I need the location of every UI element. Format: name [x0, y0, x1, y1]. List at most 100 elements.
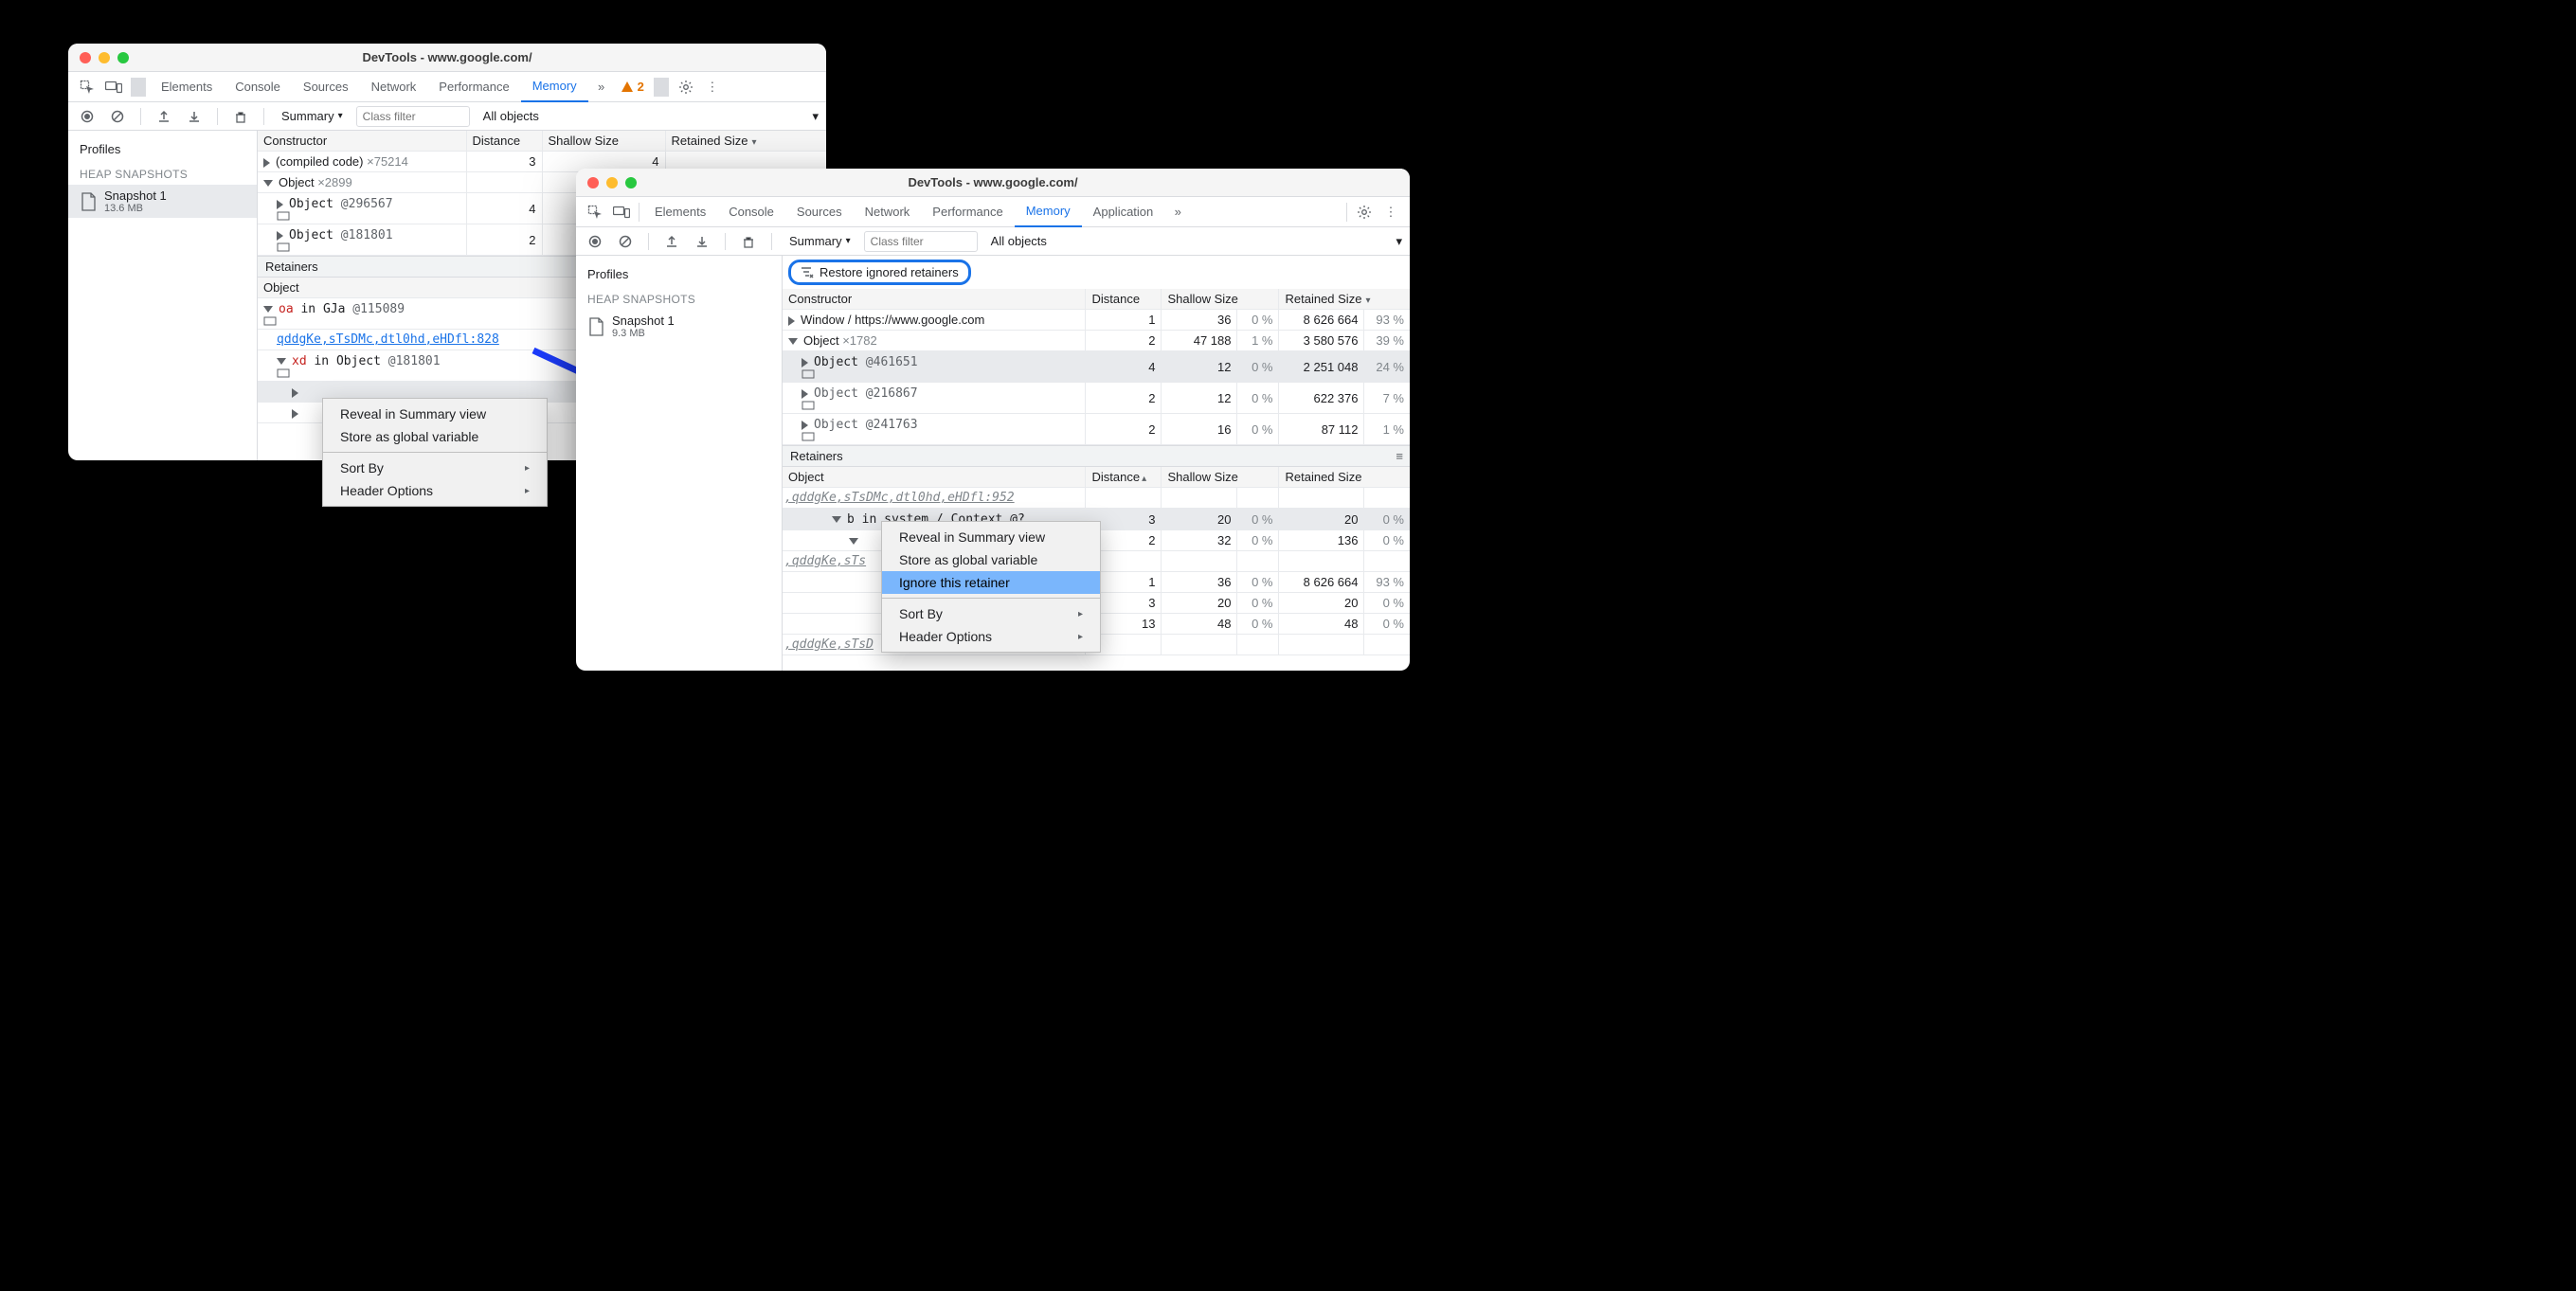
menu-header-options[interactable]: Header Options▸ — [323, 479, 547, 502]
col-retained[interactable]: Retained Size — [1279, 289, 1410, 310]
table-row[interactable]: Window / https://www.google.com1360 %8 6… — [783, 310, 1410, 331]
import-icon[interactable] — [183, 105, 206, 128]
device-icon[interactable] — [608, 199, 635, 225]
menu-header-options[interactable]: Header Options▸ — [882, 625, 1100, 648]
constructors-grid: Constructor Distance Shallow Size Retain… — [783, 289, 1410, 445]
snapshot-item[interactable]: Snapshot 1 9.3 MB — [576, 310, 782, 343]
tab-performance[interactable]: Performance — [427, 72, 520, 101]
table-row[interactable]: ,qddgKe,sTsDMc,dtl0hd,eHDfl:952 — [783, 488, 1410, 509]
menu-store-global[interactable]: Store as global variable — [882, 548, 1100, 571]
chevron-down-icon[interactable]: ▾ — [812, 109, 819, 124]
table-row[interactable]: Object @461651 4120 %2 251 04824 % — [783, 351, 1410, 383]
view-select[interactable]: Summary▾ — [276, 109, 349, 123]
tab-network[interactable]: Network — [360, 72, 428, 101]
filter-clear-icon — [801, 267, 814, 278]
class-filter-input[interactable] — [356, 106, 470, 127]
menu-sort-by[interactable]: Sort By▸ — [323, 457, 547, 479]
separator — [654, 78, 669, 97]
snapshot-name: Snapshot 1 — [612, 314, 675, 328]
element-icon — [802, 369, 815, 379]
snapshot-icon — [80, 192, 97, 211]
kebab-icon[interactable]: ⋮ — [699, 74, 726, 100]
export-icon[interactable] — [660, 230, 683, 253]
record-icon[interactable] — [76, 105, 99, 128]
col-distance[interactable]: Distance — [1086, 467, 1162, 488]
separator — [217, 108, 218, 125]
hamburger-icon[interactable]: ≡ — [1396, 449, 1402, 463]
separator — [263, 108, 264, 125]
tab-console[interactable]: Console — [224, 72, 292, 101]
tab-network[interactable]: Network — [854, 197, 922, 226]
memory-toolbar: Summary▾ All objects ▾ — [68, 102, 826, 131]
inspect-icon[interactable] — [74, 74, 100, 100]
tab-elements[interactable]: Elements — [150, 72, 224, 101]
warning-icon — [621, 81, 634, 94]
import-icon[interactable] — [691, 230, 713, 253]
tab-sources[interactable]: Sources — [292, 72, 360, 101]
profiles-sidebar: Profiles HEAP SNAPSHOTS Snapshot 1 13.6 … — [68, 131, 258, 460]
restore-ignored-retainers-button[interactable]: Restore ignored retainers — [788, 260, 971, 285]
gear-icon[interactable] — [673, 74, 699, 100]
col-constructor[interactable]: Constructor — [783, 289, 1086, 310]
tab-performance[interactable]: Performance — [921, 197, 1014, 226]
chevron-down-icon[interactable]: ▾ — [1396, 234, 1402, 249]
gc-icon[interactable] — [737, 230, 760, 253]
class-filter-input[interactable] — [864, 231, 978, 252]
export-icon[interactable] — [153, 105, 175, 128]
gear-icon[interactable] — [1351, 199, 1378, 225]
kebab-icon[interactable]: ⋮ — [1378, 199, 1404, 225]
device-icon[interactable] — [100, 74, 127, 100]
grid-header-row: Object Distance Shallow Size Retained Si… — [783, 467, 1410, 488]
restore-bar: Restore ignored retainers — [783, 256, 1410, 289]
table-row[interactable]: Object @216867 2120 %622 3767 % — [783, 383, 1410, 414]
table-row[interactable]: Object ×1782247 1881 %3 580 57639 % — [783, 331, 1410, 351]
titlebar: DevTools - www.google.com/ — [576, 169, 1410, 197]
profiles-sidebar: Profiles HEAP SNAPSHOTS Snapshot 1 9.3 M… — [576, 256, 783, 671]
tab-application[interactable]: Application — [1082, 197, 1165, 226]
menu-sort-by[interactable]: Sort By▸ — [882, 602, 1100, 625]
col-shallow[interactable]: Shallow Size — [1162, 467, 1279, 488]
grid-header-row: Constructor Distance Shallow Size Retain… — [258, 131, 826, 152]
element-icon — [802, 432, 815, 441]
context-menu: Reveal in Summary view Store as global v… — [881, 521, 1101, 653]
more-tabs-icon[interactable]: » — [588, 74, 615, 100]
objects-select[interactable]: All objects — [985, 234, 1053, 248]
menu-ignore-retainer[interactable]: Ignore this retainer — [882, 571, 1100, 594]
col-shallow[interactable]: Shallow Size — [542, 131, 665, 152]
snapshot-name: Snapshot 1 — [104, 188, 167, 203]
table-row[interactable]: Object @241763 2160 %87 1121 % — [783, 414, 1410, 445]
tab-console[interactable]: Console — [717, 197, 785, 226]
menu-reveal-summary[interactable]: Reveal in Summary view — [882, 526, 1100, 548]
context-menu: Reveal in Summary view Store as global v… — [322, 398, 548, 507]
inspect-icon[interactable] — [582, 199, 608, 225]
menu-store-global[interactable]: Store as global variable — [323, 425, 547, 448]
snapshot-item[interactable]: Snapshot 1 13.6 MB — [68, 185, 257, 218]
tab-elements[interactable]: Elements — [643, 197, 717, 226]
separator — [648, 233, 649, 250]
col-constructor[interactable]: Constructor — [258, 131, 466, 152]
objects-select[interactable]: All objects — [477, 109, 545, 123]
clear-icon[interactable] — [106, 105, 129, 128]
warnings-badge[interactable]: 2 — [615, 80, 650, 94]
col-distance[interactable]: Distance — [1086, 289, 1162, 310]
menu-reveal-summary[interactable]: Reveal in Summary view — [323, 403, 547, 425]
col-object[interactable]: Object — [783, 467, 1086, 488]
col-shallow[interactable]: Shallow Size — [1162, 289, 1279, 310]
tab-sources[interactable]: Sources — [785, 197, 854, 226]
col-distance[interactable]: Distance — [466, 131, 542, 152]
col-retained[interactable]: Retained Size — [665, 131, 826, 152]
separator — [140, 108, 141, 125]
view-select[interactable]: Summary▾ — [784, 234, 856, 248]
snapshot-size: 9.3 MB — [612, 328, 675, 339]
separator — [725, 233, 726, 250]
tab-memory[interactable]: Memory — [521, 71, 588, 102]
titlebar: DevTools - www.google.com/ — [68, 44, 826, 72]
tab-memory[interactable]: Memory — [1015, 196, 1082, 227]
record-icon[interactable] — [584, 230, 606, 253]
element-icon — [263, 316, 277, 326]
gc-icon[interactable] — [229, 105, 252, 128]
more-tabs-icon[interactable]: » — [1164, 199, 1191, 225]
heap-snapshots-section: HEAP SNAPSHOTS — [68, 160, 257, 185]
col-retained[interactable]: Retained Size — [1279, 467, 1410, 488]
clear-icon[interactable] — [614, 230, 637, 253]
